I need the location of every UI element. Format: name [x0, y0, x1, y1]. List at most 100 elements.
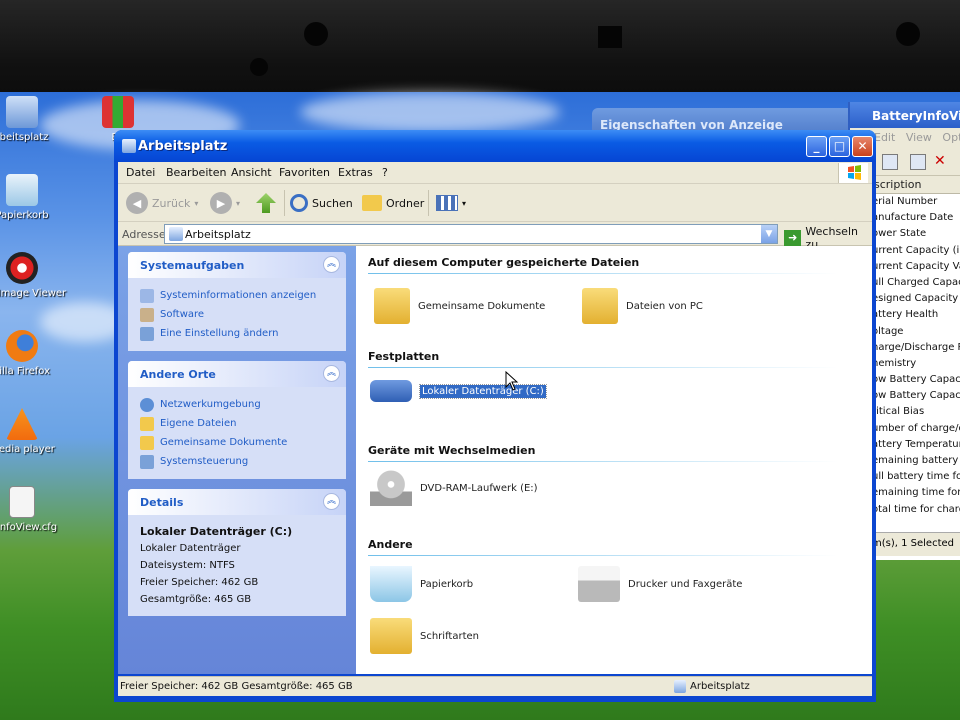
- status-free-space: Freier Speicher: 462 GB Gesamtgröße: 465…: [120, 681, 353, 692]
- chevron-down-icon: ▾: [194, 198, 199, 208]
- minimize-button[interactable]: _: [806, 136, 827, 157]
- collapse-chevron-icon[interactable]: ︽: [323, 493, 340, 510]
- menu-extras[interactable]: Extras: [338, 166, 373, 179]
- image-viewer-icon: [6, 252, 38, 284]
- menu-view[interactable]: View: [906, 131, 932, 144]
- printer-icon: [578, 566, 620, 602]
- item-recycle-bin[interactable]: Papierkorb: [370, 566, 473, 602]
- link-change-setting[interactable]: Eine Einstellung ändern: [140, 324, 336, 343]
- menu-options[interactable]: Opt: [942, 131, 960, 144]
- bezel-hole: [304, 22, 328, 46]
- group-header-stored-files: Auf diesem Computer gespeicherte Dateien: [368, 256, 839, 274]
- search-icon: [290, 194, 308, 212]
- desktop-icon-vlc[interactable]: media player: [0, 408, 62, 455]
- desktop-icon-firefox[interactable]: zilla Firefox: [0, 330, 62, 377]
- control-panel-icon: [140, 454, 154, 469]
- window-body: Systemaufgaben ︽ Systeminformationen anz…: [118, 246, 872, 674]
- vlc-cone-icon: [6, 408, 38, 440]
- forward-arrow-icon: ▶: [210, 192, 232, 214]
- system-tasks-box: Systemaufgaben ︽ Systeminformationen anz…: [128, 252, 346, 351]
- recycle-bin-icon: [370, 566, 412, 602]
- back-arrow-icon: ◀: [126, 192, 148, 214]
- address-input[interactable]: Arbeitsplatz ▼: [164, 224, 778, 244]
- search-button[interactable]: Suchen: [290, 191, 353, 215]
- network-icon: [140, 397, 154, 412]
- item-printers-faxes[interactable]: Drucker und Faxgeräte: [578, 566, 742, 602]
- system-info-icon: [140, 288, 154, 303]
- system-tasks-header[interactable]: Systemaufgaben ︽: [128, 252, 346, 278]
- desktop-icon-papierkorb[interactable]: Papierkorb: [0, 174, 62, 221]
- chevron-down-icon: ▾: [462, 198, 467, 208]
- recycle-bin-icon: [6, 174, 38, 206]
- item-local-disk-c[interactable]: Lokaler Datenträger (C:): [370, 380, 547, 402]
- menu-datei[interactable]: Datei: [126, 166, 155, 179]
- menu-help[interactable]: ?: [382, 166, 388, 179]
- copy-icon[interactable]: [882, 154, 898, 170]
- item-dvd-ram-e[interactable]: DVD-RAM-Laufwerk (E:): [370, 470, 538, 506]
- link-my-documents[interactable]: Eigene Dateien: [140, 414, 336, 433]
- address-label: Adresse: [122, 228, 166, 241]
- folder-icon: [374, 288, 410, 324]
- details-filesystem: Dateisystem: NTFS: [140, 560, 235, 571]
- firefox-icon: [6, 330, 38, 362]
- battery-icon: [102, 96, 134, 128]
- details-header[interactable]: Details ︽: [128, 489, 346, 515]
- collapse-chevron-icon[interactable]: ︽: [323, 365, 340, 382]
- toolbar: ◀ Zurück ▾ ▶ ▾ Suchen Ordner ▾: [118, 184, 872, 222]
- go-arrow-icon: ➜: [784, 230, 802, 246]
- back-button[interactable]: ◀ Zurück ▾: [126, 191, 198, 215]
- chevron-down-icon: ▾: [236, 198, 241, 208]
- chevron-down-icon[interactable]: ▼: [761, 225, 777, 243]
- group-header-hard-disks: Festplatten: [368, 350, 840, 368]
- maximize-button[interactable]: □: [829, 136, 850, 157]
- link-software[interactable]: Software: [140, 305, 336, 324]
- status-location: Arbeitsplatz: [674, 680, 750, 693]
- details-box: Details ︽ Lokaler Datenträger (C:) Lokal…: [128, 489, 346, 616]
- menu-bearbeiten[interactable]: Bearbeiten: [166, 166, 226, 179]
- title-bar[interactable]: Arbeitsplatz _ □ ✕: [114, 130, 876, 162]
- folders-button[interactable]: Ordner: [362, 191, 424, 215]
- link-control-panel[interactable]: Systemsteuerung: [140, 452, 336, 471]
- close-button[interactable]: ✕: [852, 136, 873, 157]
- details-total-size: Gesamtgröße: 465 GB: [140, 594, 252, 605]
- file-view: Auf diesem Computer gespeicherte Dateien…: [356, 246, 872, 674]
- link-shared-documents[interactable]: Gemeinsame Dokumente: [140, 433, 336, 452]
- link-network[interactable]: Netzwerkumgebung: [140, 395, 336, 414]
- up-folder-icon: [256, 193, 276, 213]
- computer-icon: [6, 96, 38, 128]
- views-icon: [436, 195, 458, 211]
- menu-favoriten[interactable]: Favoriten: [279, 166, 330, 179]
- group-header-removable: Geräte mit Wechselmedien: [368, 444, 840, 462]
- bezel-hole: [896, 22, 920, 46]
- forward-button[interactable]: ▶ ▾: [210, 191, 240, 215]
- folder-icon: [140, 435, 154, 450]
- up-folder-button[interactable]: [256, 191, 276, 215]
- windows-logo-icon: [838, 163, 868, 183]
- item-shared-documents[interactable]: Gemeinsame Dokumente: [374, 288, 545, 324]
- other-places-header[interactable]: Andere Orte ︽: [128, 361, 346, 387]
- menu-bar: Datei Bearbeiten Ansicht Favoriten Extra…: [118, 162, 872, 184]
- monitor-bezel: [0, 0, 960, 92]
- delete-icon[interactable]: ✕: [934, 154, 950, 170]
- mouse-cursor-icon: [505, 370, 519, 394]
- bezel-hole: [250, 58, 268, 76]
- item-fonts[interactable]: Schriftarten: [370, 618, 479, 654]
- batteryinfoview-title: BatteryInfoView: [850, 102, 960, 128]
- desktop-icon-arbeitsplatz[interactable]: rbeitsplatz: [0, 96, 62, 143]
- status-bar: Freier Speicher: 462 GB Gesamtgröße: 465…: [118, 676, 872, 696]
- menu-ansicht[interactable]: Ansicht: [231, 166, 272, 179]
- item-files-from-pc[interactable]: Dateien von PC: [582, 288, 703, 324]
- bezel-slot: [598, 26, 622, 48]
- desktop-icon-image-viewer[interactable]: ne Image Viewer: [0, 252, 66, 299]
- link-system-info[interactable]: Systeminformationen anzeigen: [140, 286, 336, 305]
- software-icon: [140, 307, 154, 322]
- collapse-chevron-icon[interactable]: ︽: [323, 256, 340, 273]
- window-title: Arbeitsplatz: [138, 139, 228, 154]
- group-header-other: Andere: [368, 538, 834, 556]
- folder-icon: [582, 288, 618, 324]
- menu-edit[interactable]: Edit: [874, 131, 895, 144]
- desktop-icon-cfg[interactable]: ryInfoView.cfg: [0, 486, 62, 533]
- views-button[interactable]: ▾: [436, 191, 466, 215]
- details-type: Lokaler Datenträger: [140, 543, 241, 554]
- properties-icon[interactable]: [910, 154, 926, 170]
